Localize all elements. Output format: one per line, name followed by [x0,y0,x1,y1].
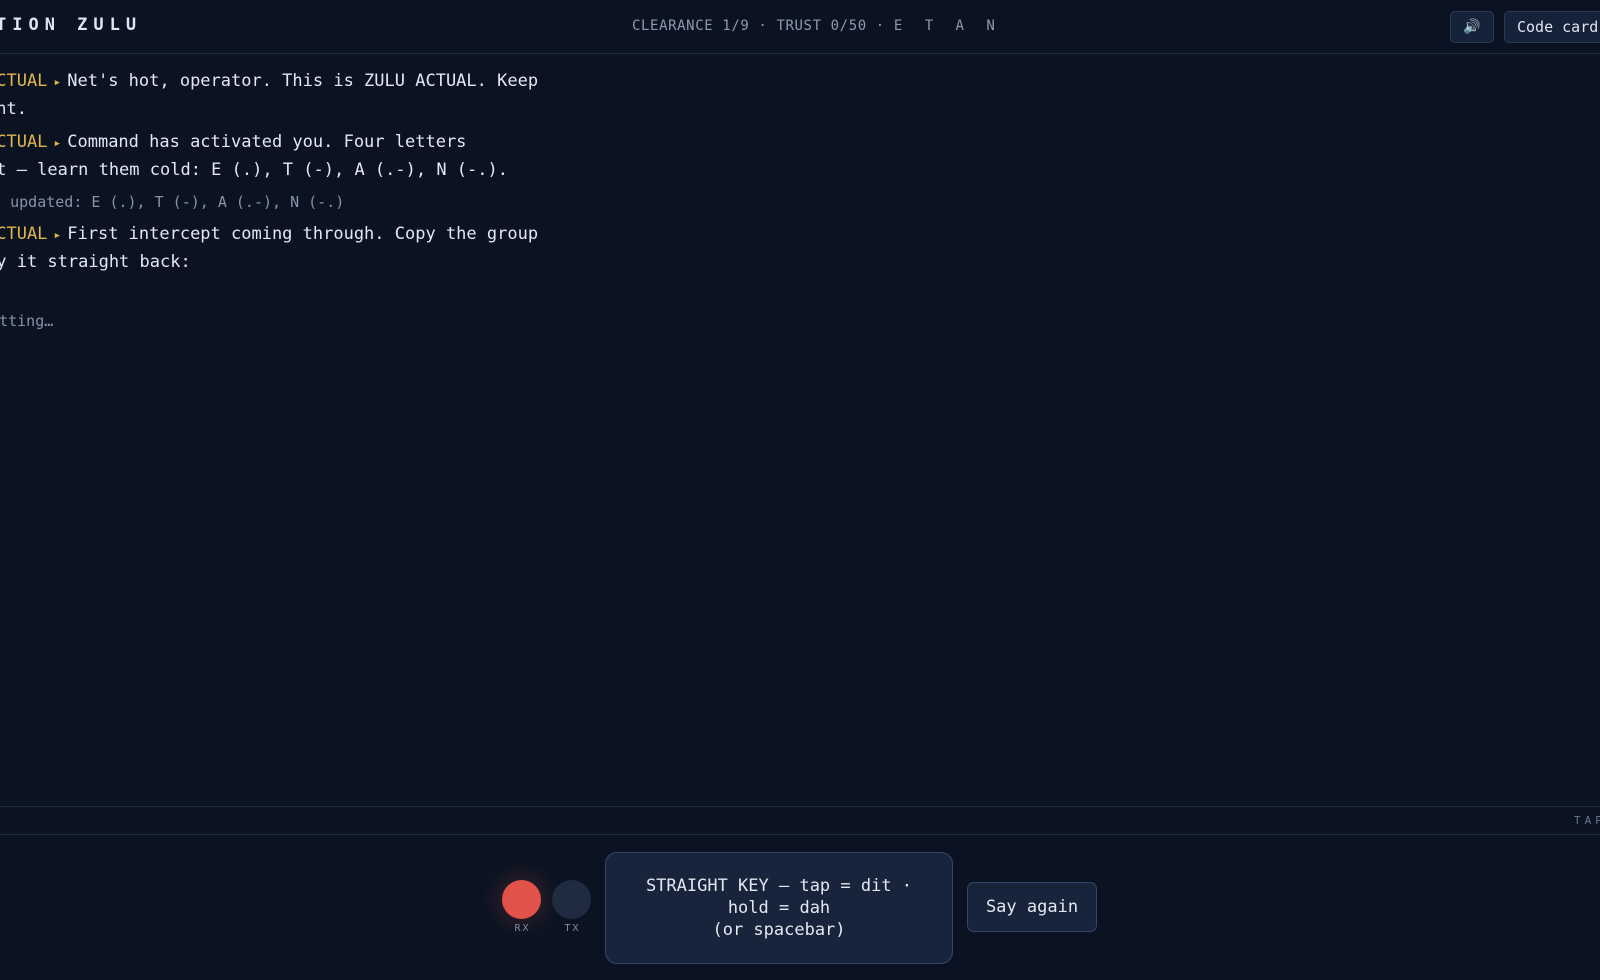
transcript-log: ACTUAL ▸ Net's hot, operator. This is ZULU… [0,54,1600,806]
speaker-icon: 🔊 [1463,19,1481,35]
say-again-button[interactable]: Say again [967,882,1097,932]
speaker-separator-icon: ▸ [53,228,62,243]
straight-key-button[interactable]: STRAIGHT KEY — tap = dit · hold = dah (o… [605,852,953,964]
tx-indicator-light [552,880,591,919]
speaker-label: ACTUAL [0,132,48,152]
message-text: ey it straight back: [0,252,191,272]
message-1: ACTUAL ▸ Net's hot, operator. This is ZULU… [0,68,606,122]
rx-indicator-light [502,880,541,919]
clearance-status: CLEARANCE 1/9 · TRUST 0/50 · E T A N [632,18,1002,34]
transmitting-status: smitting… [0,312,54,330]
intercept-group: . [0,280,2,300]
code-card-update-note: ard updated: E (.), T (-), A (.-), N (-.… [0,193,345,211]
rx-label: RX [514,923,531,934]
speaker-label: ACTUAL [0,224,48,244]
message-text: Net's hot, operator. This is ZULU ACTUAL… [67,71,539,91]
message-text: ht — learn them cold: E (.), T (-), A (.… [0,160,508,180]
app-window: TION ZULU CLEARANCE 1/9 · TRUST 0/50 · E… [0,0,1600,980]
key-instruction-line: (or spacebar) [712,920,846,940]
speaker-separator-icon: ▸ [53,75,62,90]
tx-label: TX [564,923,581,934]
sound-toggle-button[interactable]: 🔊 [1450,11,1494,43]
speaker-label: ACTUAL [0,71,48,91]
learned-letters: E T A N [893,18,1002,34]
key-instruction-line: STRAIGHT KEY — tap = dit · [645,876,913,896]
app-title: TION ZULU [0,15,143,35]
key-instruction-line: hold = dah [727,898,831,918]
tape-label: TAP [1574,814,1600,827]
message-2: ACTUAL ▸ Command has activated you. Four l… [0,129,606,183]
message-text: ght. [0,99,27,119]
speaker-separator-icon: ▸ [53,136,62,151]
code-card-button[interactable]: Code card [1504,11,1600,43]
message-text: First intercept coming through. Copy the… [67,224,539,244]
message-3: ACTUAL ▸ First intercept coming through. C… [0,221,606,275]
top-bar: TION ZULU CLEARANCE 1/9 · TRUST 0/50 · E… [0,0,1600,54]
clearance-trust-text: CLEARANCE 1/9 · TRUST 0/50 · [632,18,894,34]
message-text: Command has activated you. Four letters [67,132,467,152]
tape-strip: TAP [0,806,1600,835]
